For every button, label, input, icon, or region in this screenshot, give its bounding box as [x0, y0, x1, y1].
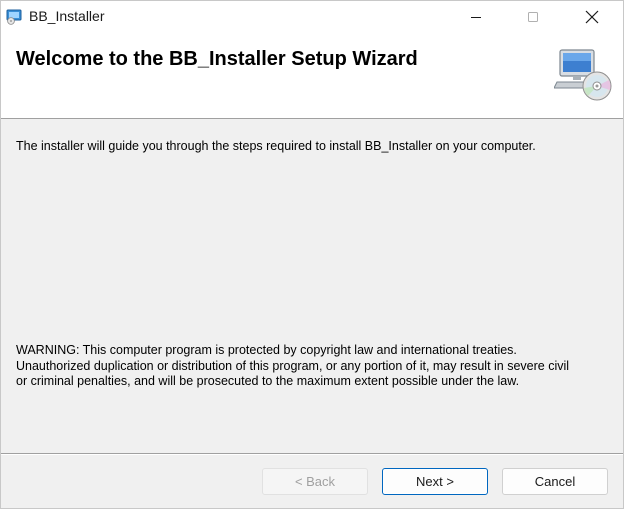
warning-line: or criminal penalties, and will be prose… [16, 374, 520, 388]
close-icon [585, 10, 599, 23]
next-button[interactable]: Next > [382, 468, 488, 495]
maximize-button[interactable] [504, 1, 562, 32]
warning-line: Unauthorized duplication or distribution… [16, 358, 570, 373]
wizard-header: Welcome to the BB_Installer Setup Wizard [1, 32, 623, 119]
installer-app-icon [6, 9, 22, 25]
window-title: BB_Installer [29, 8, 105, 24]
intro-text: The installer will guide you through the… [16, 139, 536, 153]
maximize-icon [528, 11, 538, 22]
computer-cd-icon [554, 49, 612, 101]
wizard-title: Welcome to the BB_Installer Setup Wizard [16, 48, 418, 70]
close-button[interactable] [563, 1, 621, 32]
back-button[interactable]: < Back [262, 468, 368, 495]
button-bar-divider [1, 453, 623, 455]
minimize-button[interactable] [447, 1, 505, 32]
copyright-warning: WARNING: This computer program is protec… [16, 343, 611, 390]
minimize-icon [471, 16, 481, 18]
warning-line: WARNING: This computer program is protec… [16, 343, 517, 357]
cancel-button[interactable]: Cancel [502, 468, 608, 495]
installer-window: BB_Installer Welcome to the BB_Installer… [0, 0, 624, 509]
title-bar[interactable]: BB_Installer [1, 1, 623, 32]
